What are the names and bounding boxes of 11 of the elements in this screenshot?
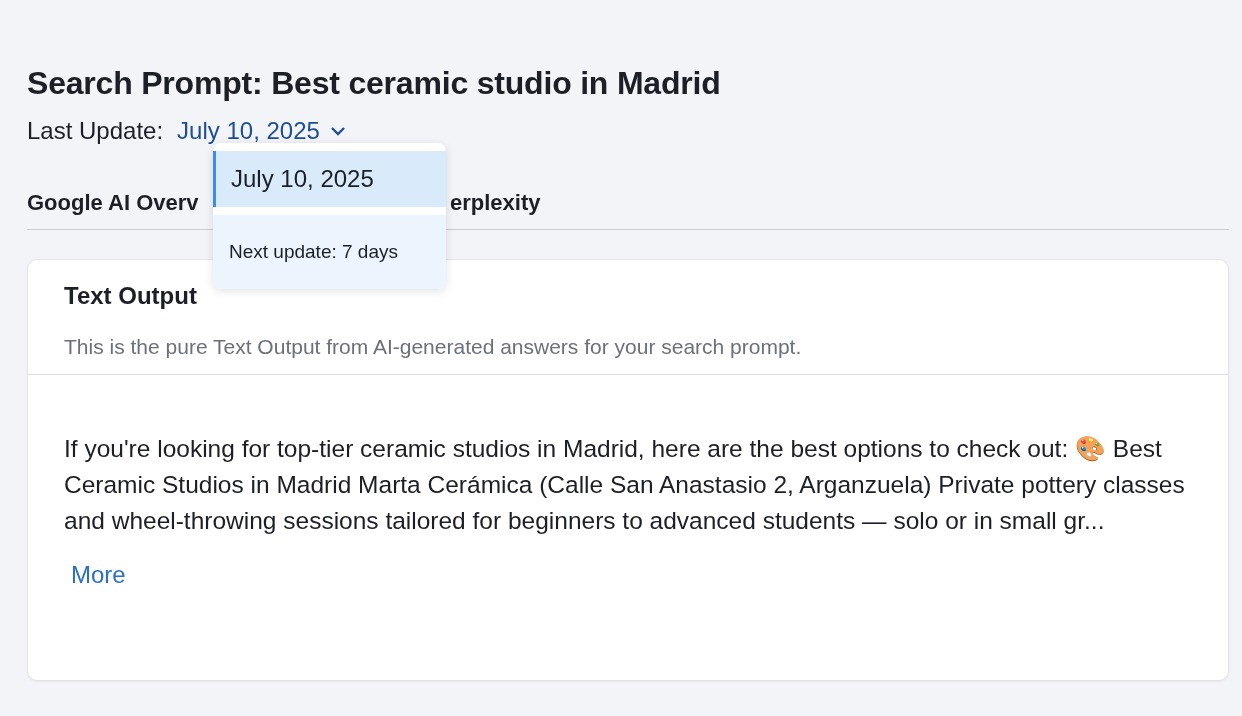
next-update-note: Next update: 7 days <box>213 215 446 289</box>
tab[interactable]: erplexity <box>450 190 541 216</box>
page-title: Search Prompt: Best ceramic studio in Madrid <box>27 64 722 103</box>
date-dropdown[interactable]: July 10, 2025 <box>177 117 346 145</box>
answer-text: If you're looking for top-tier ceramic studios in Madrid, here are the best options to check out: 🎨 Best Ceramic Studios in Madrid Marta Cerámica (Calle San Anastasio 2, Arganzuela) Private pottery classes and wheel-throwing sessions tailored for beginners to advanced students — solo or in small gr... <box>64 434 1186 536</box>
card-title: Text Output <box>64 281 198 311</box>
last-update-label: Last Update: <box>27 117 164 145</box>
date-option[interactable]: July 10, 2025 <box>213 151 446 207</box>
more-link[interactable]: More <box>71 561 126 589</box>
chevron-icon <box>329 126 346 136</box>
card-subtitle: This is the pure Text Output from AI-generated answers for your search prompt. <box>64 334 803 360</box>
